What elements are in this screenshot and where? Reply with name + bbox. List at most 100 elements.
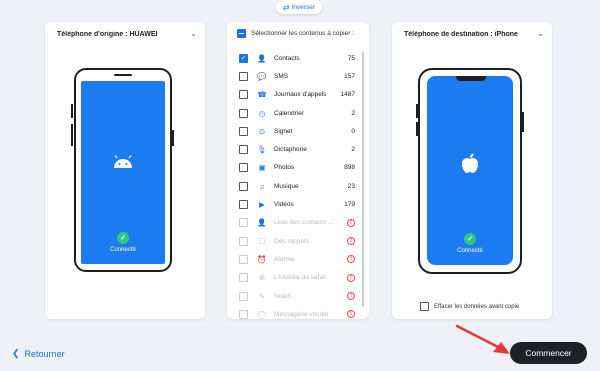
voicemail-icon: ◯ [257,309,267,319]
content-item-count: 179 [344,201,355,209]
content-item-checkbox [239,309,248,319]
content-item-checkbox[interactable] [239,163,248,173]
content-item-row[interactable]: ✓ 👤 Contacts 75 [239,49,355,67]
start-button[interactable]: Commencer [510,342,587,364]
content-item-label: Vidéos [274,201,294,209]
content-item-count: 23 [347,182,355,190]
music-icon: ♫ [259,181,265,191]
chevron-left-icon: ❮ [12,348,20,358]
source-phone-screen: ✓ Connecté [81,81,165,264]
content-item-label: Contacts [274,54,300,62]
phone-side-button [71,124,73,146]
alarm-icon: ⏰ [257,254,267,264]
erase-data-option[interactable]: Effacer les données avant copie [420,302,519,311]
content-item-checkbox [239,291,248,301]
content-item-row[interactable]: 🎙 Dictaphone 2 [239,140,355,158]
destination-status: Connecté [457,248,483,254]
content-list: ✓ 👤 Contacts 75 💬 SMS 157 ☎ Journaux d'appels 148… [239,49,355,323]
reminder-icon: ☐ [258,236,266,246]
warning-icon[interactable]: ! [347,237,355,246]
content-item-count: 0 [351,127,355,135]
contacts-list-icon: 👤 [257,218,267,228]
content-item-count: 898 [344,164,355,172]
content-item-label: Musique [274,182,299,190]
source-phone-title: Téléphone d'origine : HUAWEI [57,31,158,38]
warning-icon[interactable]: ! [347,255,355,264]
contacts-icon: 👤 [257,53,267,63]
swap-button[interactable]: ⇄ Inverser [276,0,322,14]
content-item-row[interactable]: ☎ Journaux d'appels 1487 [239,86,355,104]
erase-data-checkbox[interactable] [420,302,429,311]
content-item-row[interactable]: ▶ Vidéos 179 [239,195,355,213]
content-item-checkbox[interactable] [239,108,248,118]
content-item-row[interactable]: 💬 SMS 157 [239,67,355,85]
swap-arrows-icon: ⇄ [282,2,290,12]
phone-side-button [71,104,73,118]
content-item-label: Signet [274,127,293,135]
content-item-row: 👤 Liste des contacts ...! [239,214,355,232]
destination-phone-screen: ✓ Connecté [427,76,513,265]
content-item-checkbox [239,273,248,283]
safari-icon: ⊕ [258,273,266,283]
content-item-checkbox[interactable] [239,145,248,155]
content-item-label: Notes [274,292,291,300]
content-item-checkbox[interactable]: ✓ [239,53,248,63]
content-item-count: 1487 [340,91,355,99]
select-all-row[interactable]: Sélectionner les contenus à copier : [237,29,354,38]
content-item-label: SMS [274,72,289,80]
content-item-checkbox[interactable] [239,126,248,136]
content-item-label: Alarme [274,255,295,263]
content-item-checkbox[interactable] [239,181,248,191]
warning-icon[interactable]: ! [347,310,355,319]
phone-side-button [416,104,418,118]
content-selection-panel: Sélectionner les contenus à copier : ✓ 👤 C… [227,22,369,319]
content-item-label: Liste des contacts ... [274,219,334,227]
android-icon [81,155,165,169]
content-item-row[interactable]: ♫ Musique 23 [239,177,355,195]
destination-dropdown-chevron-icon[interactable]: ⌄ [537,29,544,38]
erase-data-label: Effacer les données avant copie [434,303,520,310]
source-status: Connecté [110,247,136,253]
content-item-label: Dictaphone [274,146,307,154]
content-item-row: ◯ Messagerie vocale! [239,305,355,323]
warning-icon[interactable]: ! [347,292,355,300]
content-item-label: L'histoire du safari [274,274,327,282]
phone-side-button [416,122,418,136]
content-item-row: ✎ Notes! [239,287,355,305]
content-item-checkbox[interactable] [239,200,248,210]
photo-icon: ▣ [258,163,266,173]
bookmark-icon: ⊙ [258,126,266,136]
select-all-checkbox[interactable] [237,29,246,38]
back-button[interactable]: ❮ Retourner [12,348,65,359]
microphone-icon: 🎙 [257,145,267,155]
phone-side-button [172,130,174,146]
content-item-count: 2 [351,146,355,154]
content-item-checkbox [239,236,248,246]
destination-connected-icon: ✓ [427,233,513,245]
content-list-scrollbar[interactable] [362,52,364,307]
content-item-checkbox[interactable] [239,71,248,81]
content-item-row[interactable]: ⊙ Signet 0 [239,122,355,140]
sms-icon: 💬 [257,71,267,81]
calendar-icon: ◷ [258,108,266,118]
content-item-label: Des rappels [274,237,309,245]
warning-icon[interactable]: ! [347,273,355,282]
source-dropdown-chevron-icon[interactable]: ⌄ [190,29,197,38]
video-icon: ▶ [259,200,265,210]
back-label: Retourner [24,348,65,359]
content-item-checkbox[interactable] [239,90,248,100]
content-item-row: ☐ Des rappels! [239,232,355,250]
content-item-count: 2 [351,109,355,117]
content-item-count: 157 [344,72,355,80]
content-item-row[interactable]: ◷ Calendrier 2 [239,104,355,122]
content-item-label: Messagerie vocale [274,310,329,318]
select-all-label: Sélectionner les contenus à copier : [251,30,354,37]
content-item-checkbox [239,218,248,228]
content-item-label: Photos [274,164,295,172]
warning-icon[interactable]: ! [347,218,355,227]
notes-icon: ✎ [258,291,266,301]
content-item-row[interactable]: ▣ Photos 898 [239,159,355,177]
content-item-label: Calendrier [274,109,304,117]
call-log-icon: ☎ [257,90,267,100]
content-item-checkbox [239,254,248,264]
